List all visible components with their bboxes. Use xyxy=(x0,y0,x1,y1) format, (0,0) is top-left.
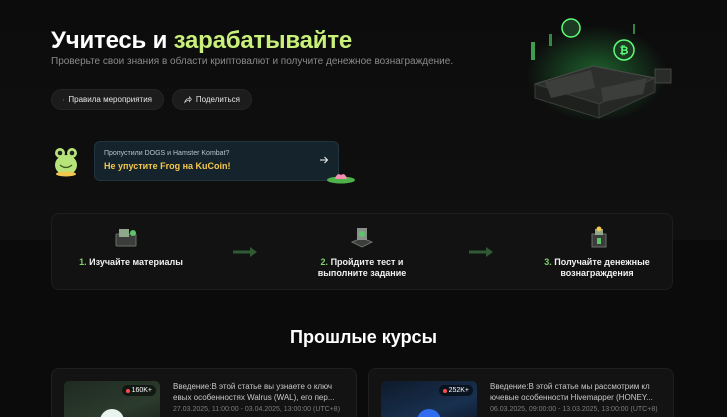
title-text: Учитесь и xyxy=(51,27,174,54)
promo-subtext: Пропустили DOGS и Hamster Kombat? xyxy=(104,150,230,157)
step-3: 3. Получайте денежные вознаграждения xyxy=(534,257,660,279)
course-thumbnail: 252K+ ▲ xyxy=(381,381,477,417)
course-thumbnail: 160K+ W xyxy=(64,381,160,417)
test-task-icon xyxy=(350,228,374,248)
rules-button[interactable]: Правила мероприятия xyxy=(51,89,164,110)
walrus-logo-icon: W xyxy=(100,409,124,417)
live-dot-icon xyxy=(442,388,447,393)
frog-icon xyxy=(55,148,77,177)
course-description-line2: евых особенностях Walrus (WAL), его пер.… xyxy=(173,393,335,402)
step-arrow-icon xyxy=(233,247,257,257)
svg-text:₿: ₿ xyxy=(620,45,629,57)
arrow-right-icon xyxy=(320,156,329,164)
step-arrow-icon xyxy=(469,247,493,257)
course-dates: 06.03.2025, 09:00:00 - 13.03.2025, 13:00… xyxy=(490,406,658,413)
title-accent: зарабатывайте xyxy=(173,27,353,54)
step-3-number: 3. xyxy=(544,257,552,267)
views-badge: 252K+ xyxy=(438,385,473,396)
step-2-label-line1: Пройдите тест и xyxy=(330,257,404,267)
how-it-works-panel: 1. Изучайте материалы 2. Пройдите тест и… xyxy=(51,213,673,290)
study-materials-icon xyxy=(115,229,137,247)
step-2-number: 2. xyxy=(320,257,329,267)
frog-promo-banner[interactable]: Пропустили DOGS и Hamster Kombat? Не упу… xyxy=(94,141,339,181)
page-title: Учитесь и зарабатывайте xyxy=(51,27,352,55)
promo-headline: Не упустите Frog на KuCoin! xyxy=(104,161,231,171)
step-3-label-line2: вознаграждения xyxy=(560,268,634,278)
share-button[interactable]: Поделиться xyxy=(172,89,252,110)
share-icon xyxy=(184,95,192,103)
step-1-label: Изучайте материалы xyxy=(89,257,183,267)
document-icon xyxy=(63,98,65,101)
past-courses-title: Прошлые курсы xyxy=(290,327,437,347)
reward-icon xyxy=(591,226,607,248)
step-2-label-line2: выполните задание xyxy=(317,268,407,278)
page-subtitle: Проверьте свои знания в области криптова… xyxy=(51,56,454,67)
lotus-icon xyxy=(327,174,355,184)
course-description-line2: ючевые особенности Hivemapper (HONEY... xyxy=(490,393,653,402)
course-card[interactable]: 252K+ ▲ Введение:В этой статье мы рассмо… xyxy=(368,368,674,417)
share-button-label: Поделиться xyxy=(195,95,240,104)
step-1: 1. Изучайте материалы xyxy=(68,257,194,268)
views-badge: 160K+ xyxy=(121,385,156,396)
step-2: 2. Пройдите тест и выполните задание xyxy=(300,257,424,279)
step-3-label-line1: Получайте денежные xyxy=(554,257,650,267)
course-description-line1: Введение:В этой статье вы узнаете о ключ xyxy=(173,382,333,391)
course-card[interactable]: 160K+ W Введение:В этой статье вы узнает… xyxy=(51,368,357,417)
course-dates: 27.03.2025, 11:00:00 - 03.04.2025, 13:00… xyxy=(173,406,341,413)
step-1-number: 1. xyxy=(79,257,87,267)
views-count: 252K+ xyxy=(448,387,469,394)
course-description-line1: Введение:В этой статье мы рассмотрим кл xyxy=(490,382,650,391)
views-count: 160K+ xyxy=(131,387,152,394)
hivemapper-logo-icon: ▲ xyxy=(417,409,441,417)
crypto-book-illustration: ₿ xyxy=(527,18,672,122)
rules-button-label: Правила мероприятия xyxy=(68,95,152,104)
live-dot-icon xyxy=(125,388,130,393)
